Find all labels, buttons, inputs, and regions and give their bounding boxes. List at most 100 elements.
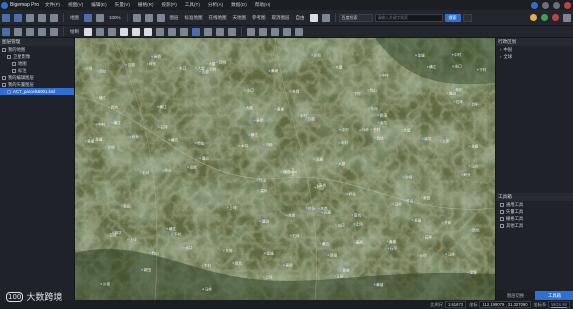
region-item-global[interactable]: › 全球 [496,53,573,60]
wechat-icon[interactable] [541,14,548,21]
menu-view[interactable]: 视图(V) [68,2,83,8]
export-icon[interactable] [50,13,58,22]
toolbar-label-tianditu[interactable]: 天地图 [233,15,247,21]
menu-file[interactable]: 文件(F) [45,2,60,8]
place-label: 横江 [99,95,107,100]
scale-value[interactable]: 1:61673 [444,301,467,308]
layer-tree-item[interactable]: 地图 [0,60,74,67]
menu-data[interactable]: 数据(D) [231,2,247,8]
new-file-icon[interactable] [2,13,10,22]
maximize-icon[interactable] [553,1,560,9]
layer-tree-item[interactable]: 我的地图 [0,46,74,53]
checkbox[interactable] [2,47,6,52]
toolbar-label-reference[interactable]: 参考图 [252,15,266,21]
weibo-icon[interactable] [552,14,559,21]
checkbox[interactable] [2,82,6,87]
tool-raster[interactable]: 栅格工具 [496,215,573,222]
text-icon[interactable] [156,27,164,36]
star-icon[interactable] [462,13,472,22]
crs-value[interactable]: WGS 84 [548,301,570,308]
place-label: 龙塘 [95,137,103,142]
toolbar-label-online[interactable]: 在线地图 [209,15,227,21]
search-input[interactable]: 请输入关键字搜索 [374,13,443,22]
undo-icon[interactable] [247,27,255,36]
place-label: 水口 [185,245,193,250]
menu-tools[interactable]: 工具(T) [185,2,200,8]
menu-icon[interactable] [563,13,571,22]
layer-icon[interactable] [84,13,92,22]
toolbar-label-cancel[interactable]: 取消图层 [272,15,290,21]
layer-tree-item[interactable]: 卫星影像 [0,53,74,60]
layer-tree-item[interactable]: ACT_parcels6901.kml [0,88,74,95]
hand-icon[interactable] [2,27,10,36]
satellite-imagery[interactable]: 黄坡瓦窑下村石坪大屋新田岭头塘边高桥水口上坪中村竹山东岗西坑龙塘沙坝横江马岭南坑… [75,38,495,300]
menu-vector[interactable]: 矢量(V) [115,2,130,8]
polygon-icon[interactable] [132,27,140,36]
user-icon[interactable] [531,1,538,9]
tool-vector[interactable]: 矢量工具 [496,208,573,215]
zoom-out-icon[interactable] [144,13,153,22]
place-label: 瓦窑 [316,156,324,161]
delete-icon[interactable] [271,27,279,36]
checkbox[interactable] [7,54,11,59]
place-label: 瓦窑 [128,62,136,67]
menu-projection[interactable]: 投影(P) [161,2,176,8]
coord-value: 112.199079 , 31.327090 [479,301,531,308]
place-label: 水口 [179,65,187,70]
circle-icon[interactable] [144,27,152,36]
open-folder-icon[interactable] [14,13,22,22]
person-icon[interactable] [309,13,318,22]
marker-icon[interactable] [84,27,92,36]
tab-layer-switch[interactable]: 图层切换 [496,291,535,300]
menu-help[interactable]: 帮助(H) [255,2,271,8]
checkbox[interactable] [12,61,16,66]
search-button[interactable]: 搜索 [444,13,461,22]
zoom-level[interactable]: 100% [109,15,121,20]
save-icon[interactable] [26,13,34,22]
redo-icon[interactable] [259,27,267,36]
measure-icon[interactable] [168,27,176,36]
checkbox[interactable] [2,75,6,80]
pointer-icon[interactable] [14,27,22,36]
select-icon[interactable] [26,27,34,36]
line-icon[interactable] [96,27,104,36]
fill-icon[interactable] [192,27,200,36]
search-source-select[interactable]: 百度检索 [338,13,373,22]
layer-label: 我的编辑图层 [8,75,34,80]
tab-toolbox[interactable]: 工具箱 [535,291,573,300]
layer-tree-item[interactable]: 我的编辑图层 [0,74,74,81]
menu-raster[interactable]: 栅格(R) [138,2,154,8]
checkbox[interactable] [7,89,11,94]
polyline-icon[interactable] [108,27,116,36]
zoom-in-icon[interactable] [132,13,141,22]
menu-edit[interactable]: 编辑(E) [91,2,106,8]
region-item-china[interactable]: › 中国 [496,46,573,53]
close-icon[interactable] [564,1,571,9]
fullscreen-icon[interactable] [156,13,165,22]
checkbox[interactable] [12,68,16,73]
lamp-icon[interactable] [530,14,537,21]
minimize-icon[interactable] [542,1,549,9]
split-icon[interactable] [216,27,224,36]
buffer-icon[interactable] [180,27,188,36]
scale-mode[interactable]: 自由 [296,15,305,21]
grid-icon[interactable] [96,13,104,22]
layer-tree-item[interactable]: 标注 [0,67,74,74]
menu-analysis[interactable]: 分析(A) [208,2,223,8]
toolbar-label-standard[interactable]: 标准地图 [185,15,203,21]
settings-icon[interactable] [38,13,46,22]
lasso-icon[interactable] [38,27,46,36]
clear-icon[interactable] [50,27,58,36]
tool-other[interactable]: 其他工具 [496,222,573,229]
merge-icon[interactable] [228,27,236,36]
place-label: 瓦窑 [336,274,344,279]
rectangle-icon[interactable] [120,27,128,36]
toolbar-label-layers[interactable]: 图层 [170,15,179,21]
map-canvas[interactable]: 黄坡 瓦窑 下村 石坪 大屋 新田 岭头 塘边 高桥 水口 上坪 中村 竹山 东岗 西坑 龙塘 沙坝 横江 马岭 南坑… [75,38,495,300]
edit-icon[interactable] [204,27,212,36]
paste-icon[interactable] [295,27,303,36]
ruler-icon[interactable] [321,13,330,22]
layer-tree-item[interactable]: 我的矢量图层 [0,81,74,88]
tool-general[interactable]: 通用工具 [496,201,573,208]
copy-icon[interactable] [283,27,291,36]
